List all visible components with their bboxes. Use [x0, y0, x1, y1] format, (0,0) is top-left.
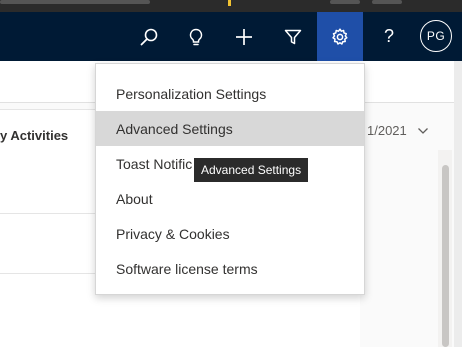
new-item-button[interactable]: [221, 12, 267, 61]
avatar-initials: PG: [426, 29, 446, 43]
filter-button[interactable]: [270, 12, 316, 61]
menu-item-software-license-terms[interactable]: Software license terms: [96, 251, 364, 286]
menu-item-privacy-cookies[interactable]: Privacy & Cookies: [96, 216, 364, 251]
user-avatar[interactable]: PG: [420, 20, 452, 52]
activities-heading: y Activities: [0, 128, 69, 143]
chevron-down-icon[interactable]: [417, 125, 429, 137]
lightbulb-button[interactable]: [173, 12, 219, 61]
gear-icon: [332, 27, 348, 45]
top-strip-shape: [372, 0, 402, 4]
filter-icon: [284, 29, 302, 44]
help-icon: ?: [383, 26, 394, 46]
search-button[interactable]: [126, 12, 172, 61]
menu-item-advanced-settings[interactable]: Advanced Settings: [96, 111, 364, 146]
help-button[interactable]: ?: [366, 12, 412, 61]
browser-top-strip: [0, 0, 462, 12]
page-scrollbar-track: [454, 61, 462, 347]
lightbulb-icon: [189, 28, 203, 45]
plus-icon: [236, 28, 252, 45]
tooltip: Advanced Settings: [194, 158, 309, 182]
top-strip-shape: [330, 0, 360, 4]
top-strip-marker: [228, 0, 231, 6]
top-navigation-bar: ? PG: [0, 12, 462, 61]
date-range-text[interactable]: 1/2021: [367, 123, 407, 138]
settings-button[interactable]: [317, 12, 363, 61]
menu-item-personalization-settings[interactable]: Personalization Settings: [96, 76, 364, 111]
search-icon: [140, 28, 158, 45]
menu-item-about[interactable]: About: [96, 181, 364, 216]
top-strip-shape: [0, 0, 150, 4]
panel-scrollbar-thumb[interactable]: [442, 165, 449, 347]
